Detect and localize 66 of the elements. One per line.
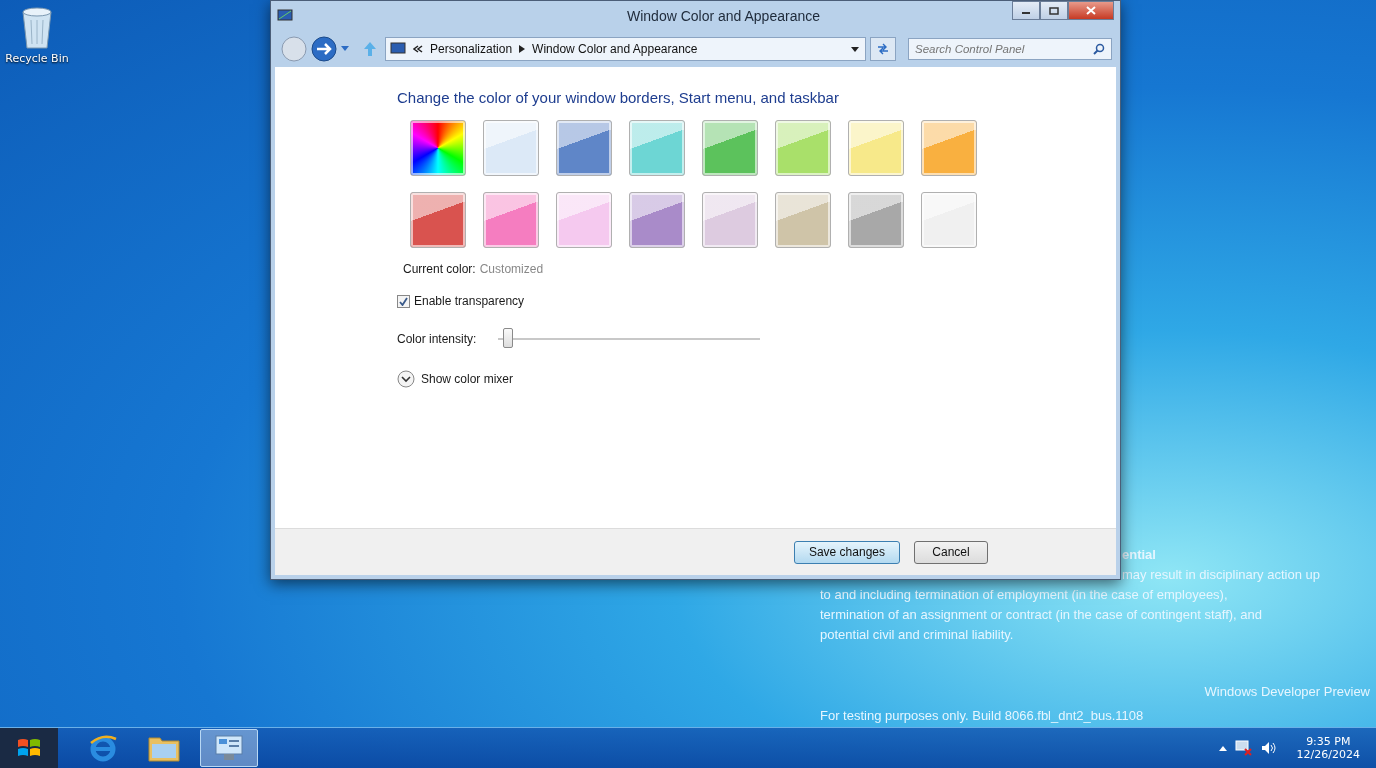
current-color-value: Customized	[479, 262, 544, 276]
slider-label: Color intensity:	[397, 332, 477, 346]
monitor-icon	[277, 9, 293, 23]
build-text: For testing purposes only. Build 8066.fbl_dnt2_bus.1108	[820, 708, 1144, 723]
notice-text: ential	[1122, 546, 1156, 564]
notice-text: to and including termination of employment (in the case of employees),	[820, 586, 1228, 604]
color-swatch[interactable]	[702, 192, 758, 248]
color-swatch[interactable]	[483, 192, 539, 248]
slider-thumb[interactable]	[503, 327, 514, 348]
current-color-label: Current color:	[403, 262, 476, 276]
color-swatch[interactable]	[921, 192, 977, 248]
control-panel-taskbar-button[interactable]	[200, 729, 258, 767]
edition-text: Windows Developer Preview	[1204, 684, 1370, 699]
monitor-window-icon	[214, 734, 244, 762]
color-swatch[interactable]	[629, 120, 685, 176]
recycle-bin-icon[interactable]	[19, 6, 55, 50]
breadcrumb-item[interactable]: Personalization	[430, 42, 513, 56]
checkbox-label: Enable transparency	[414, 294, 525, 308]
address-bar[interactable]: Personalization Window Color and Appearance	[385, 37, 866, 61]
monitor-icon	[390, 42, 406, 56]
mixer-link[interactable]: Show color mixer	[421, 372, 514, 386]
color-swatch[interactable]	[775, 192, 831, 248]
page-heading: Change the color of your window borders, Start menu, and taskbar	[397, 89, 840, 106]
notice-text: potential civil and criminal liability.	[820, 626, 1014, 644]
maximize-button[interactable]	[1040, 1, 1068, 20]
notice-text: termination of an assignment or contract (in the case of contingent staff), and	[820, 606, 1262, 624]
color-swatch[interactable]	[410, 192, 466, 248]
checkbox[interactable]	[397, 294, 410, 308]
network-disconnected-icon[interactable]	[1234, 740, 1253, 756]
start-button[interactable]	[0, 728, 58, 768]
color-swatch[interactable]	[629, 192, 685, 248]
speaker-icon[interactable]	[1260, 741, 1277, 755]
color-swatch[interactable]	[848, 120, 904, 176]
double-chevron-icon	[413, 45, 423, 53]
close-icon	[1086, 6, 1096, 15]
browser-icon[interactable]	[88, 733, 118, 763]
show-hidden-icons-caret-icon[interactable]	[1218, 745, 1227, 751]
breadcrumb-item[interactable]: Window Color and Appearance	[532, 42, 698, 56]
color-swatch[interactable]	[702, 120, 758, 176]
color-swatch[interactable]	[556, 120, 612, 176]
clock-date[interactable]: 12/26/2024	[1296, 748, 1360, 761]
maximize-icon	[1049, 6, 1059, 15]
folder-icon[interactable]	[148, 734, 180, 762]
save-button[interactable]: Save changes	[793, 540, 900, 564]
dropdown-caret-icon[interactable]	[851, 46, 859, 52]
desktop-icon-label[interactable]: Recycle Bin	[5, 52, 69, 65]
color-swatch[interactable]	[410, 120, 466, 176]
four-pane-flag-icon	[17, 737, 41, 759]
color-swatch[interactable]	[483, 120, 539, 176]
color-swatch[interactable]	[556, 192, 612, 248]
search-field[interactable]: Search Control Panel	[908, 38, 1112, 60]
breadcrumb-arrow-icon	[519, 45, 526, 53]
expand-chevron-icon[interactable]	[397, 370, 415, 388]
refresh-icon	[876, 43, 890, 55]
minimize-button[interactable]	[1012, 1, 1040, 20]
refresh-button[interactable]	[870, 37, 896, 61]
window-title: Window Color and Appearance	[626, 8, 820, 24]
search-icon[interactable]	[1093, 43, 1105, 55]
cancel-button[interactable]: Cancel	[914, 540, 988, 564]
color-swatch[interactable]	[848, 192, 904, 248]
notice-text: may result in disciplinary action up	[1122, 566, 1320, 584]
forward-button[interactable]	[311, 36, 337, 62]
close-button[interactable]	[1068, 1, 1114, 20]
clock-time[interactable]: 9:35 PM	[1306, 735, 1351, 748]
color-swatch[interactable]	[921, 120, 977, 176]
color-swatch[interactable]	[775, 120, 831, 176]
